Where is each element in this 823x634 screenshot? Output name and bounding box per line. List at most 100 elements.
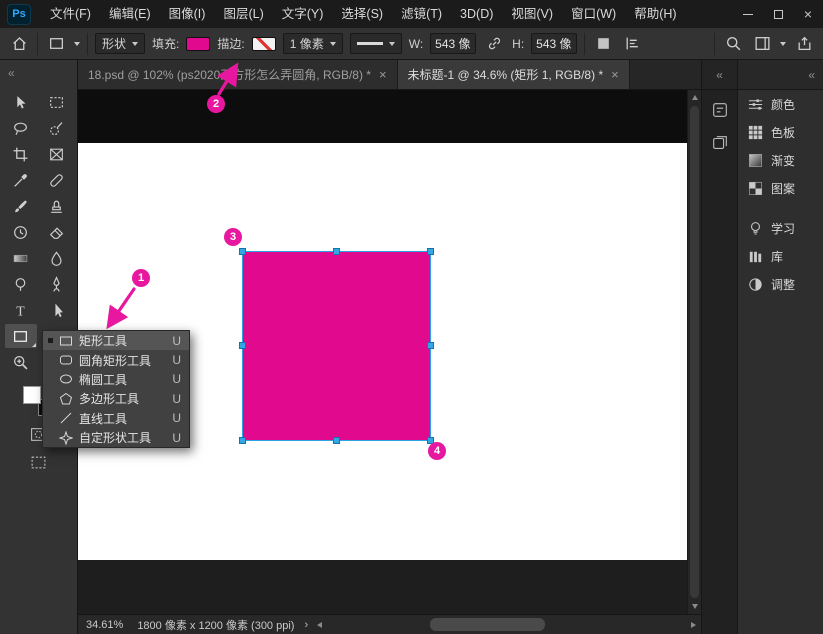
- shape-height-input[interactable]: [531, 33, 578, 54]
- panel-button-learn[interactable]: 学习: [738, 214, 823, 242]
- blur-tool[interactable]: [41, 246, 73, 270]
- path-selection-tool[interactable]: [41, 298, 73, 322]
- flyout-item-rounded-rectangle-tool[interactable]: 圆角矩形工具 U: [43, 350, 189, 369]
- flyout-item-polygon-tool[interactable]: 多边形工具 U: [43, 389, 189, 408]
- scroll-down-icon[interactable]: [691, 604, 698, 609]
- maximize-icon[interactable]: [763, 0, 793, 28]
- collapse-toolbar-icon[interactable]: «: [8, 66, 15, 80]
- expand-rail-icon[interactable]: «: [716, 68, 723, 82]
- menu-bar: 文件(F) 编辑(E) 图像(I) 图层(L) 文字(Y) 选择(S) 滤镜(T…: [41, 0, 686, 28]
- search-icon[interactable]: [722, 33, 744, 55]
- vertical-scrollbar-thumb[interactable]: [690, 106, 699, 598]
- panel-button-gradients[interactable]: 渐变: [738, 146, 823, 174]
- transform-handle-middle-left[interactable]: [239, 342, 246, 349]
- rectangular-marquee-tool[interactable]: [41, 90, 73, 114]
- menu-view[interactable]: 视图(V): [502, 0, 562, 28]
- info-panel-icon[interactable]: [707, 130, 733, 156]
- link-dimensions-icon[interactable]: [483, 33, 505, 55]
- frame-tool[interactable]: [41, 142, 73, 166]
- flyout-item-custom-shape-tool[interactable]: 自定形状工具 U: [43, 428, 189, 447]
- dodge-tool[interactable]: [5, 272, 37, 296]
- workspace-switcher-icon[interactable]: [751, 33, 773, 55]
- panel-button-adjustments[interactable]: 调整: [738, 270, 823, 298]
- scroll-right-icon[interactable]: [691, 621, 696, 628]
- panel-button-swatches[interactable]: 色板: [738, 118, 823, 146]
- minimize-icon[interactable]: [733, 0, 763, 28]
- close-tab-icon[interactable]: ×: [611, 67, 619, 82]
- eraser-tool[interactable]: [41, 220, 73, 244]
- transform-handle-middle-right[interactable]: [427, 342, 434, 349]
- flyout-item-rectangle-tool[interactable]: 矩形工具 U: [43, 331, 189, 351]
- eyedropper-tool[interactable]: [5, 168, 37, 192]
- panel-button-patterns[interactable]: 图案: [738, 174, 823, 202]
- type-tool[interactable]: T: [5, 298, 37, 322]
- collapse-panels-icon[interactable]: «: [808, 68, 815, 82]
- history-brush-tool[interactable]: [5, 220, 37, 244]
- drawn-rectangle-shape[interactable]: [239, 248, 434, 444]
- chevron-down-icon: [388, 41, 395, 46]
- menu-3d[interactable]: 3D(D): [451, 0, 502, 28]
- transform-handle-top-right[interactable]: [427, 248, 434, 255]
- crop-tool[interactable]: [5, 142, 37, 166]
- gradient-tool[interactable]: [5, 246, 37, 270]
- zoom-tool[interactable]: [5, 350, 37, 374]
- move-tool[interactable]: [5, 90, 37, 114]
- brush-tool[interactable]: [5, 194, 37, 218]
- flyout-item-line-tool[interactable]: 直线工具 U: [43, 409, 189, 428]
- transform-handle-top-left[interactable]: [239, 248, 246, 255]
- menu-edit[interactable]: 编辑(E): [100, 0, 160, 28]
- shape-width-input[interactable]: [430, 33, 477, 54]
- menu-select[interactable]: 选择(S): [332, 0, 392, 28]
- rectangle-tool[interactable]: [4, 324, 37, 348]
- menu-layer[interactable]: 图层(L): [214, 0, 272, 28]
- menu-type[interactable]: 文字(Y): [273, 0, 333, 28]
- share-image-icon[interactable]: [793, 33, 815, 55]
- panel-button-color[interactable]: 颜色: [738, 90, 823, 118]
- tool-preset-rectangle-icon[interactable]: [45, 33, 67, 55]
- svg-text:T: T: [16, 303, 25, 318]
- home-icon[interactable]: [8, 33, 30, 55]
- chevron-down-icon: [329, 41, 336, 46]
- stroke-color-swatch[interactable]: [251, 36, 276, 51]
- tool-options-bar: 形状 填充: 描边: 1 像素 W: H:: [0, 28, 823, 60]
- menu-help[interactable]: 帮助(H): [625, 0, 685, 28]
- pen-tool[interactable]: [41, 272, 73, 296]
- properties-panel-icon[interactable]: [707, 97, 733, 123]
- menu-window[interactable]: 窗口(W): [562, 0, 625, 28]
- tool-mode-select[interactable]: 形状: [95, 33, 146, 54]
- chevron-down-icon[interactable]: [780, 41, 786, 46]
- tab-document-untitled-1[interactable]: 未标题-1 @ 34.6% (矩形 1, RGB/8) * ×: [397, 60, 630, 89]
- menu-filter[interactable]: 滤镜(T): [392, 0, 451, 28]
- close-icon[interactable]: ×: [793, 0, 823, 28]
- close-tab-icon[interactable]: ×: [379, 67, 387, 82]
- healing-brush-tool[interactable]: [41, 168, 73, 192]
- tool-preset-caret-icon[interactable]: [74, 41, 80, 46]
- status-chevron-icon[interactable]: ›: [304, 619, 308, 631]
- scroll-left-icon[interactable]: [317, 621, 322, 628]
- path-operations-icon[interactable]: [592, 33, 614, 55]
- vertical-scrollbar[interactable]: [687, 90, 701, 614]
- path-alignment-icon[interactable]: [621, 33, 643, 55]
- flyout-shortcut: U: [172, 353, 181, 368]
- horizontal-scrollbar-thumb[interactable]: [430, 618, 545, 631]
- menu-file[interactable]: 文件(F): [41, 0, 100, 28]
- flyout-item-ellipse-tool[interactable]: 椭圆工具 U: [43, 370, 189, 389]
- stroke-style-select[interactable]: [349, 33, 402, 54]
- foreground-color-swatch[interactable]: [22, 386, 41, 404]
- transform-handle-bottom-middle[interactable]: [332, 437, 340, 444]
- menu-image[interactable]: 图像(I): [160, 0, 215, 28]
- horizontal-scrollbar[interactable]: [317, 618, 696, 631]
- clone-stamp-tool[interactable]: [41, 194, 73, 218]
- stroke-width-select[interactable]: 1 像素: [282, 33, 343, 54]
- zoom-level[interactable]: 34.61%: [86, 619, 123, 631]
- shape-tools-flyout-menu: 矩形工具 U 圆角矩形工具 U 椭圆工具 U 多边形工具 U 直线工具 U 自定…: [42, 330, 190, 449]
- transform-handle-top-middle[interactable]: [332, 248, 340, 255]
- transform-handle-bottom-left[interactable]: [239, 437, 246, 444]
- tab-document-18psd[interactable]: 18.psd @ 102% (ps2020正方形怎么弄圆角, RGB/8) * …: [78, 60, 398, 89]
- panel-button-libraries[interactable]: 库: [738, 242, 823, 270]
- quick-selection-tool[interactable]: [41, 116, 73, 140]
- screen-mode-icon[interactable]: [26, 450, 52, 474]
- lasso-tool[interactable]: [5, 116, 37, 140]
- fill-color-swatch[interactable]: [186, 36, 211, 51]
- scroll-up-icon[interactable]: [691, 95, 698, 100]
